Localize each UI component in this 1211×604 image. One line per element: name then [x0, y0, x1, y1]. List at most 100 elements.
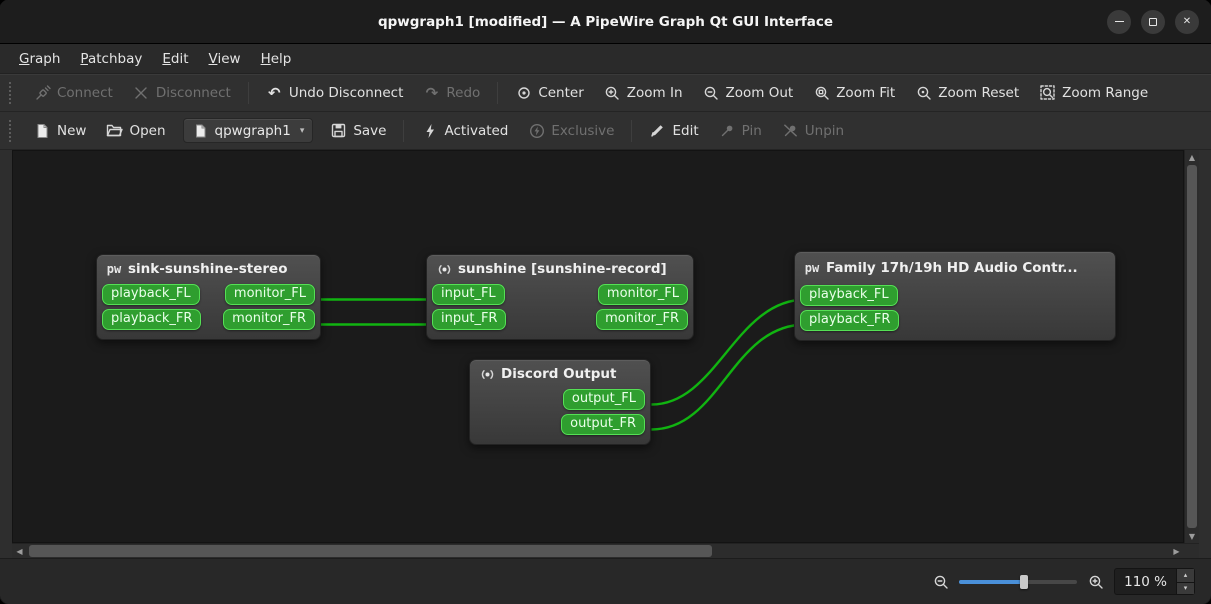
- port-playback-fl[interactable]: playback_FL: [800, 285, 898, 306]
- vertical-scroll-thumb[interactable]: [1187, 165, 1197, 528]
- port-output-fr[interactable]: output_FR: [561, 414, 645, 435]
- disconnect-label: Disconnect: [155, 85, 231, 101]
- exclusive-bolt-icon: [528, 122, 545, 139]
- spin-down-icon[interactable]: ▾: [1177, 581, 1194, 594]
- disconnect-button[interactable]: Disconnect: [124, 80, 240, 107]
- vertical-scrollbar[interactable]: ▲ ▼: [1184, 150, 1199, 543]
- titlebar[interactable]: qpwgraph1 [modified] — A PipeWire Graph …: [0, 0, 1211, 44]
- minimize-icon: [1114, 20, 1124, 23]
- toolbar-separator: [247, 82, 249, 104]
- new-button[interactable]: New: [25, 117, 95, 144]
- vertical-scroll-track[interactable]: [1185, 164, 1199, 529]
- unpin-button[interactable]: Unpin: [773, 117, 853, 144]
- open-button[interactable]: Open: [97, 117, 174, 144]
- graph-file-icon: [192, 122, 209, 139]
- port-input-fr[interactable]: input_FR: [432, 309, 507, 330]
- menubar: Graph Patchbay Edit View Help: [0, 44, 1211, 74]
- horizontal-scrollbar[interactable]: ◀ ▶: [12, 543, 1199, 558]
- zoom-slider-handle[interactable]: [1020, 574, 1028, 589]
- node-header: pw Family 17h/19h HD Audio Contr...: [800, 257, 1110, 279]
- edit-label: Edit: [672, 122, 699, 139]
- port-monitor-fl[interactable]: monitor_FL: [597, 284, 688, 305]
- port-monitor-fr[interactable]: monitor_FR: [596, 309, 688, 330]
- zoom-slider-track[interactable]: [959, 579, 1078, 584]
- node-title: sink-sunshine-stereo: [128, 261, 288, 277]
- connect-button[interactable]: Connect: [25, 80, 122, 107]
- redo-icon: ↷: [425, 83, 439, 102]
- zoom-fit-button[interactable]: Zoom Fit: [804, 80, 904, 107]
- app-record-icon: [436, 262, 452, 277]
- graph-canvas[interactable]: pw sink-sunshine-stereo playback_FL moni…: [12, 150, 1184, 543]
- disconnect-icon: [133, 85, 150, 102]
- port-playback-fl[interactable]: playback_FL: [102, 284, 200, 305]
- zoom-in-button[interactable]: Zoom In: [595, 80, 692, 107]
- node-sink-sunshine-stereo[interactable]: pw sink-sunshine-stereo playback_FL moni…: [96, 254, 321, 340]
- menu-patchbay[interactable]: Patchbay: [71, 48, 151, 70]
- scroll-down-arrow-icon[interactable]: ▼: [1185, 529, 1199, 543]
- zoom-slider[interactable]: [959, 573, 1078, 591]
- zoom-in-status-icon[interactable]: [1087, 573, 1104, 590]
- horizontal-scroll-thumb[interactable]: [29, 545, 712, 557]
- redo-button[interactable]: ↷ Redo: [414, 80, 489, 107]
- port-playback-fr[interactable]: playback_FR: [102, 309, 202, 330]
- unpin-icon: [782, 122, 799, 139]
- scroll-right-arrow-icon[interactable]: ▶: [1169, 544, 1184, 558]
- exclusive-button[interactable]: Exclusive: [519, 117, 623, 144]
- zoom-percent-value: 110 %: [1124, 573, 1167, 590]
- center-button[interactable]: Center: [506, 80, 592, 107]
- center-icon: [515, 85, 532, 102]
- spin-arrows: ▴ ▾: [1176, 569, 1194, 594]
- menu-graph[interactable]: Graph: [10, 48, 69, 70]
- port-monitor-fr[interactable]: monitor_FR: [223, 309, 315, 330]
- node-discord-output[interactable]: Discord Output output_FL output_FR: [469, 359, 651, 445]
- zoom-range-button[interactable]: Zoom Range: [1030, 80, 1157, 107]
- zoom-percent-spinbox[interactable]: 110 % ▴ ▾: [1114, 568, 1195, 595]
- zoom-fit-label: Zoom Fit: [836, 85, 896, 101]
- node-sunshine-record[interactable]: sunshine [sunshine-record] input_FL moni…: [426, 254, 694, 340]
- activated-bolt-icon: [421, 122, 438, 139]
- pipewire-icon: pw: [106, 262, 122, 276]
- edit-button[interactable]: Edit: [640, 117, 707, 144]
- scroll-left-arrow-icon[interactable]: ◀: [12, 544, 27, 558]
- zoom-out-button[interactable]: Zoom Out: [694, 80, 803, 107]
- toolbar-drag-handle[interactable]: [9, 119, 15, 142]
- save-icon: [330, 122, 347, 139]
- open-folder-icon: [106, 122, 124, 139]
- graph-file-selector[interactable]: qpwgraph1 ▾: [182, 118, 314, 143]
- menu-help[interactable]: Help: [252, 48, 301, 70]
- port-monitor-fl[interactable]: monitor_FL: [224, 284, 315, 305]
- pin-label: Pin: [741, 122, 762, 139]
- scrollbar-corner: [1184, 544, 1199, 558]
- pipewire-icon: pw: [804, 261, 820, 275]
- graph-file-value: qpwgraph1: [214, 122, 291, 139]
- save-label: Save: [353, 122, 387, 139]
- pin-button[interactable]: Pin: [710, 117, 771, 144]
- undo-disconnect-button[interactable]: ↶ Undo Disconnect: [257, 80, 413, 107]
- redo-label: Redo: [446, 85, 481, 101]
- zoom-fit-icon: [813, 85, 830, 102]
- minimize-button[interactable]: [1107, 9, 1131, 34]
- zoom-in-label: Zoom In: [626, 85, 683, 101]
- port-input-fl[interactable]: input_FL: [432, 284, 505, 305]
- save-button[interactable]: Save: [321, 117, 395, 144]
- undo-icon: ↶: [268, 83, 281, 102]
- node-title: sunshine [sunshine-record]: [458, 261, 667, 277]
- port-output-fl[interactable]: output_FL: [562, 389, 645, 410]
- exclusive-label: Exclusive: [551, 122, 615, 139]
- scroll-up-arrow-icon[interactable]: ▲: [1185, 150, 1199, 164]
- horizontal-scroll-track[interactable]: [27, 544, 1169, 558]
- node-family-hd-audio[interactable]: pw Family 17h/19h HD Audio Contr... play…: [794, 251, 1116, 341]
- zoom-in-icon: [604, 85, 621, 102]
- zoom-reset-button[interactable]: Zoom Reset: [906, 80, 1028, 107]
- zoom-out-status-icon[interactable]: [932, 573, 949, 590]
- close-button[interactable]: ✕: [1175, 9, 1199, 34]
- spin-up-icon[interactable]: ▴: [1177, 569, 1194, 582]
- menu-view[interactable]: View: [200, 48, 250, 70]
- app-record-icon: [479, 367, 495, 382]
- toolbar-drag-handle[interactable]: [9, 82, 15, 104]
- node-header: pw sink-sunshine-stereo: [102, 260, 315, 278]
- port-playback-fr[interactable]: playback_FR: [800, 310, 900, 331]
- menu-edit[interactable]: Edit: [153, 48, 197, 70]
- maximize-button[interactable]: [1141, 9, 1165, 34]
- activated-button[interactable]: Activated: [412, 117, 517, 144]
